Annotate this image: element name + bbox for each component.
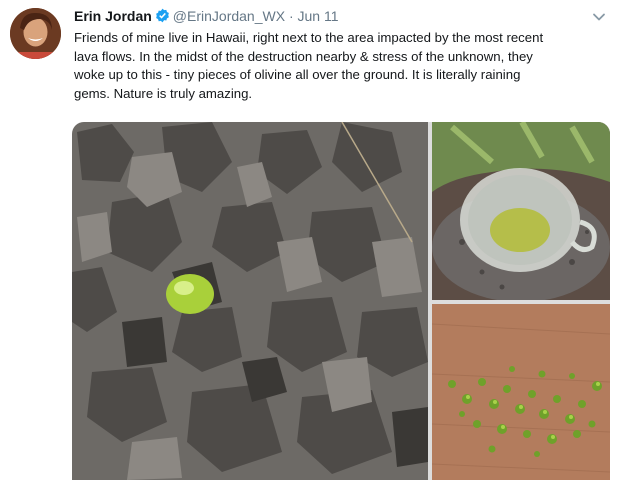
chevron-down-icon[interactable] xyxy=(592,10,606,24)
tweet-text-line: gems. Nature is truly amazing. xyxy=(74,85,253,101)
tweet-text-line: woke up to this - tiny pieces of olivine… xyxy=(74,67,521,82)
olivine-crystal xyxy=(166,274,214,314)
photo-glass-cup[interactable] xyxy=(432,122,610,300)
author-name[interactable]: Erin Jordan xyxy=(74,8,152,24)
separator: · xyxy=(288,8,294,24)
tweet-text-line: Friends of mine live in Hawaii, right ne… xyxy=(74,30,544,45)
avatar[interactable] xyxy=(10,8,61,59)
photo-olivine-pieces[interactable] xyxy=(432,304,610,480)
tweet-text: Friends of mine live in Hawaii, right ne… xyxy=(74,29,614,103)
photo-lava-rocks[interactable] xyxy=(72,122,428,480)
author-handle[interactable]: @ErinJordan_WX xyxy=(173,8,285,24)
tweet-text-line: lava flows. In the midst of the destruct… xyxy=(74,48,533,64)
media-grid xyxy=(72,122,610,480)
avatar-photo xyxy=(10,8,61,59)
tweet-date[interactable]: Jun 11 xyxy=(298,8,339,24)
tweet-header: Erin Jordan @ErinJordan_WX · Jun 11 xyxy=(74,7,339,25)
verified-badge-icon xyxy=(155,8,170,23)
